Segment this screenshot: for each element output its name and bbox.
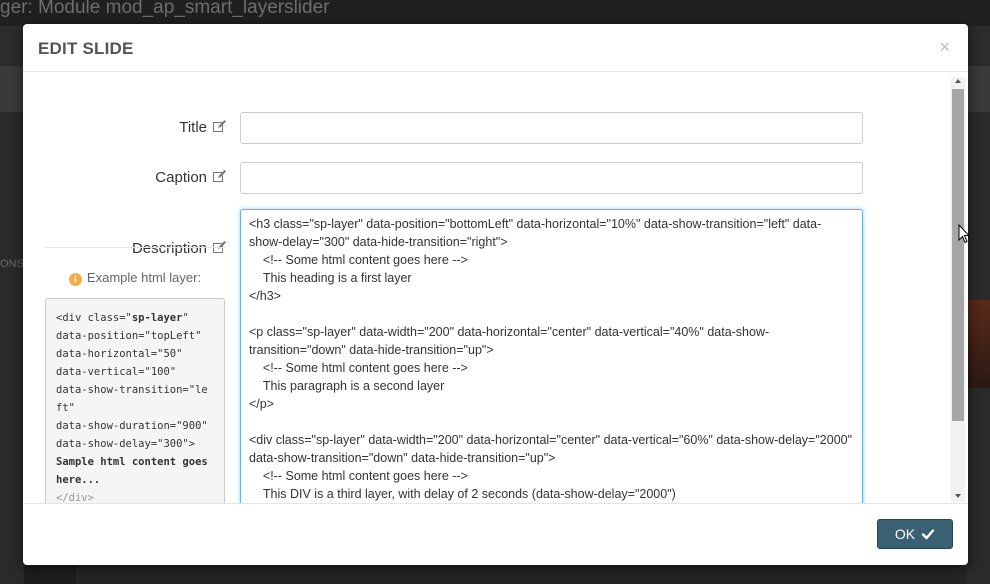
modal-scrollbar[interactable] bbox=[951, 77, 965, 502]
title-label-text: Title bbox=[179, 119, 207, 136]
ok-button[interactable]: OK bbox=[877, 519, 953, 549]
example-line: data-show-delay="300"> bbox=[56, 438, 196, 450]
mouse-cursor-icon bbox=[958, 224, 970, 244]
example-line: " bbox=[182, 312, 189, 324]
modal-body: Title Caption Description <h3 class="sp-… bbox=[23, 73, 968, 503]
example-line: data-show-duration="900" bbox=[56, 420, 208, 432]
scroll-thumb[interactable] bbox=[952, 89, 964, 421]
modal-header: EDIT SLIDE × bbox=[23, 24, 968, 72]
description-textarea[interactable]: <h3 class="sp-layer" data-position="bott… bbox=[240, 209, 863, 503]
example-line: data-vertical="100" bbox=[56, 366, 177, 378]
background-left-panel bbox=[0, 112, 24, 584]
scroll-up-arrow-icon[interactable] bbox=[955, 79, 961, 83]
modal-footer: OK bbox=[23, 503, 968, 565]
example-line: data-show-transition="left" bbox=[56, 384, 208, 414]
background-left-text: ONS bbox=[0, 258, 24, 270]
edit-icon bbox=[213, 170, 226, 182]
divider bbox=[45, 247, 225, 248]
example-line: </div> bbox=[56, 492, 94, 503]
check-icon bbox=[921, 529, 935, 540]
example-line: sp-layer bbox=[131, 312, 183, 324]
caption-label: Caption bbox=[155, 169, 226, 186]
info-icon: i bbox=[68, 273, 82, 286]
description-label-text: Description bbox=[131, 240, 207, 257]
example-line: data-position="topLeft" bbox=[56, 330, 202, 342]
scroll-down-arrow-icon[interactable] bbox=[955, 494, 961, 498]
title-label: Title bbox=[179, 119, 226, 136]
background-page-title: ger: Module mod_ap_smart_layerslider bbox=[0, 0, 330, 18]
background-header: ger: Module mod_ap_smart_layerslider bbox=[0, 0, 990, 26]
example-line: <div class=" bbox=[56, 312, 132, 324]
example-line: data-horizontal="50" bbox=[56, 348, 183, 360]
caption-label-text: Caption bbox=[155, 169, 207, 186]
close-icon[interactable]: × bbox=[939, 37, 950, 58]
example-code-box: <div class="sp-layer" data-position="top… bbox=[45, 298, 225, 503]
caption-input[interactable] bbox=[240, 162, 863, 194]
description-label: Description bbox=[132, 240, 226, 257]
ok-button-label: OK bbox=[894, 526, 916, 542]
edit-slide-modal: EDIT SLIDE × Title Caption Description <… bbox=[23, 24, 968, 565]
example-label: i Example html layer: bbox=[45, 270, 225, 286]
edit-icon bbox=[213, 120, 226, 132]
background-bottom-bar bbox=[76, 564, 966, 584]
modal-title: EDIT SLIDE bbox=[38, 39, 134, 58]
title-input[interactable] bbox=[240, 112, 863, 144]
example-line: Sample html content goes here... bbox=[56, 456, 215, 486]
example-label-text: Example html layer: bbox=[86, 270, 202, 285]
background-slide-thumbnail bbox=[966, 300, 990, 388]
